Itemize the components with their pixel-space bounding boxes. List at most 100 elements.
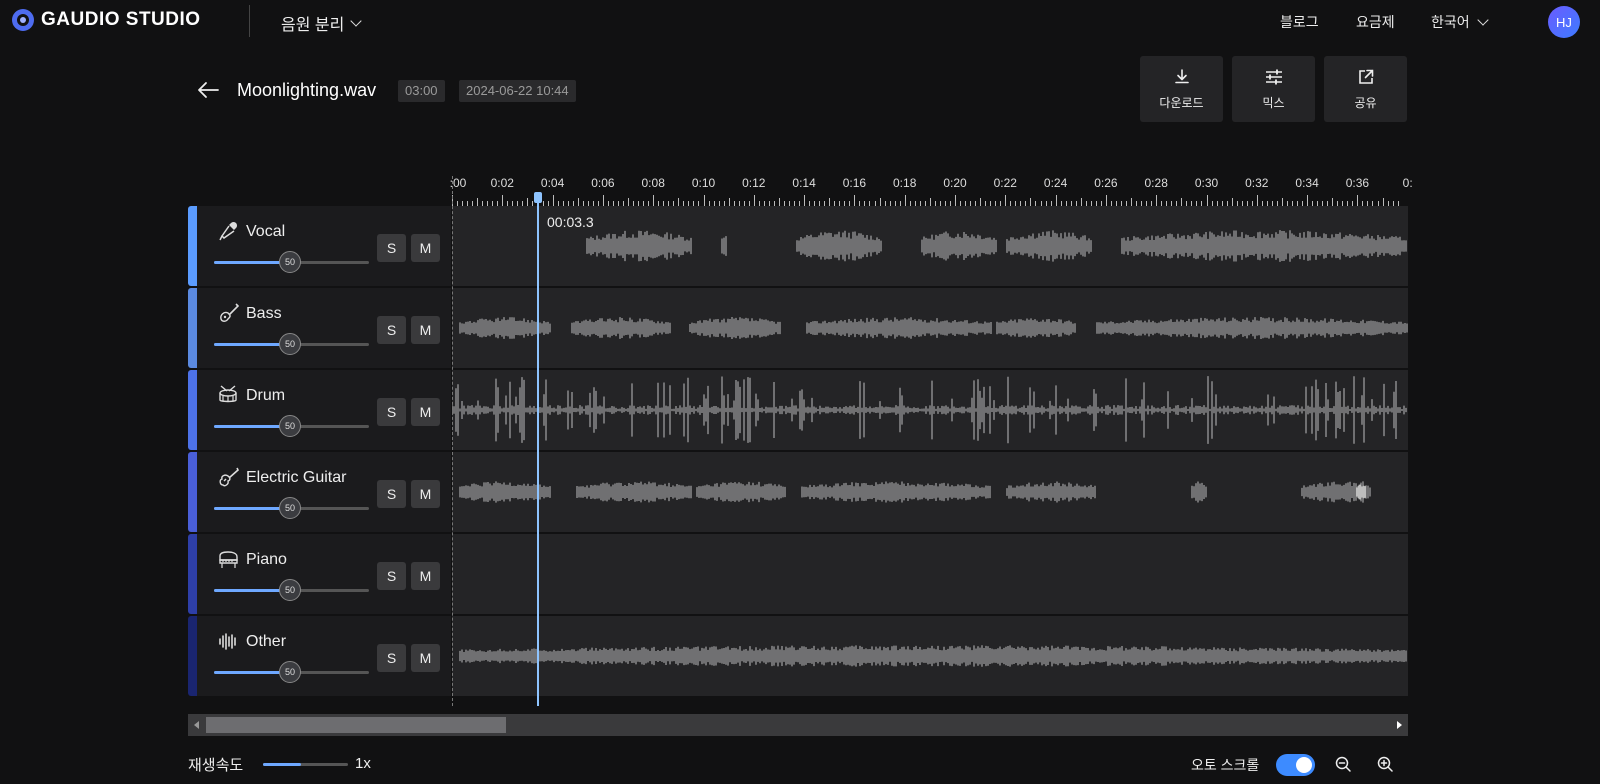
ruler-tick <box>804 195 806 206</box>
ruler-tick <box>753 195 755 206</box>
toggle-knob <box>1296 757 1312 773</box>
ruler-tick <box>904 195 906 206</box>
track-waveform-area[interactable] <box>452 288 1408 368</box>
ruler-tick <box>1005 195 1007 206</box>
track-volume-slider[interactable]: 50 <box>214 415 369 437</box>
ruler-tick <box>1231 198 1233 206</box>
service-menu-label: 음원 분리 <box>281 17 345 34</box>
timeline-scrollbar[interactable] <box>188 714 1408 736</box>
mute-button[interactable]: M <box>411 644 440 672</box>
track-color-bar <box>188 534 197 614</box>
zoom-out-icon[interactable] <box>1332 753 1354 775</box>
volume-slider-knob[interactable]: 50 <box>279 661 301 683</box>
soundwave-icon <box>219 633 236 650</box>
nav-blog-link[interactable]: 블로그 <box>1280 12 1319 32</box>
mix-button[interactable]: 믹스 <box>1232 56 1315 122</box>
waveform <box>452 376 1407 444</box>
volume-slider-knob[interactable]: 50 <box>279 415 301 437</box>
file-date-badge: 2024-06-22 10:44 <box>459 80 576 102</box>
language-label: 한국어 <box>1431 14 1470 30</box>
solo-button[interactable]: S <box>377 398 406 426</box>
mute-button[interactable]: M <box>411 480 440 508</box>
ruler-tick <box>628 198 630 206</box>
track-name: Bass <box>246 305 282 322</box>
ruler-tick <box>1156 195 1158 206</box>
track-waveform-area[interactable] <box>452 616 1408 696</box>
track-color-bar <box>188 370 197 450</box>
track-row: Vocal 50 S M <box>188 206 1408 286</box>
ruler-tick <box>577 198 579 206</box>
track-controls: Drum 50 S M <box>197 370 451 450</box>
solo-button[interactable]: S <box>377 316 406 344</box>
solo-button[interactable]: S <box>377 562 406 590</box>
share-button[interactable]: 공유 <box>1324 56 1407 122</box>
waveform <box>459 645 1407 667</box>
zoom-in-icon[interactable] <box>1374 753 1396 775</box>
track-color-bar <box>188 452 197 532</box>
piano-icon <box>219 551 238 568</box>
track-waveform-area[interactable] <box>452 534 1408 614</box>
ruler-tick <box>477 198 479 206</box>
track-name: Piano <box>246 551 287 568</box>
user-avatar[interactable]: HJ <box>1548 6 1580 38</box>
track-volume-slider[interactable]: 50 <box>214 497 369 519</box>
track-controls: Piano 50 S M <box>197 534 451 614</box>
scroll-left-arrow-icon[interactable] <box>194 721 199 729</box>
track-waveform-area[interactable] <box>452 206 1408 286</box>
service-menu-dropdown[interactable]: 음원 분리 <box>281 11 362 35</box>
track-color-bar <box>188 206 197 286</box>
scroll-right-arrow-icon[interactable] <box>1397 721 1402 729</box>
ruler-tick <box>552 195 554 206</box>
track-controls: Other 50 S M <box>197 616 451 696</box>
track-row: Piano 50 S M <box>188 534 1408 614</box>
ruler-tick <box>1055 195 1057 206</box>
nav-pricing-link[interactable]: 요금제 <box>1356 12 1395 32</box>
track-volume-slider[interactable]: 50 <box>214 333 369 355</box>
mute-button[interactable]: M <box>411 562 440 590</box>
track-row: Drum 50 S M <box>188 370 1408 450</box>
track-waveform-area[interactable] <box>452 452 1408 532</box>
playhead[interactable] <box>537 196 539 706</box>
language-dropdown[interactable]: 한국어 <box>1431 12 1489 32</box>
ruler-tick <box>1357 195 1359 206</box>
ruler-label: 0:20 <box>943 176 967 190</box>
logo[interactable]: GAUDIO STUDIO <box>12 9 201 31</box>
volume-slider-knob[interactable]: 50 <box>279 251 301 273</box>
volume-slider-knob[interactable]: 50 <box>279 497 301 519</box>
solo-button[interactable]: S <box>377 480 406 508</box>
track-controls: Vocal 50 S M <box>197 206 451 286</box>
logo-text: GAUDIO STUDIO <box>41 9 201 30</box>
track-volume-slider[interactable]: 50 <box>214 661 369 683</box>
ruler-tick <box>1281 198 1283 206</box>
track-volume-slider[interactable]: 50 <box>214 579 369 601</box>
chevron-down-icon <box>350 15 362 27</box>
ruler-tick <box>854 195 856 206</box>
share-label: 공유 <box>1354 95 1377 110</box>
volume-slider-knob[interactable]: 50 <box>279 579 301 601</box>
mute-button[interactable]: M <box>411 398 440 426</box>
mute-button[interactable]: M <box>411 234 440 262</box>
track-waveform-area[interactable] <box>452 370 1408 450</box>
download-icon <box>1174 68 1189 83</box>
auto-scroll-toggle[interactable] <box>1276 754 1315 776</box>
download-button[interactable]: 다운로드 <box>1140 56 1223 122</box>
solo-button[interactable]: S <box>377 644 406 672</box>
track-name: Vocal <box>246 223 286 240</box>
ruler-label: 0:30 <box>1194 176 1219 190</box>
back-arrow-icon[interactable] <box>196 80 220 100</box>
waveform <box>586 230 1407 262</box>
top-bar: GAUDIO STUDIO 음원 분리 블로그 요금제 한국어 HJ <box>0 0 1600 42</box>
playback-speed-slider[interactable] <box>263 763 348 766</box>
track-volume-slider[interactable]: 50 <box>214 251 369 273</box>
drum-icon <box>219 385 237 403</box>
ruler-label: 0:08 <box>641 176 665 190</box>
electric-guitar-icon <box>219 467 239 487</box>
time-ruler[interactable]: :00 0:02 0:04 0:06 0:08 0:10 0:12 0:14 0:16 0:18 0… <box>450 176 1413 206</box>
mute-button[interactable]: M <box>411 316 440 344</box>
playhead-handle[interactable] <box>534 192 542 203</box>
ruler-tick <box>502 195 504 206</box>
volume-slider-knob[interactable]: 50 <box>279 333 301 355</box>
scrollbar-thumb[interactable] <box>206 717 506 733</box>
solo-button[interactable]: S <box>377 234 406 262</box>
ruler-label: 0:02 <box>490 176 514 190</box>
